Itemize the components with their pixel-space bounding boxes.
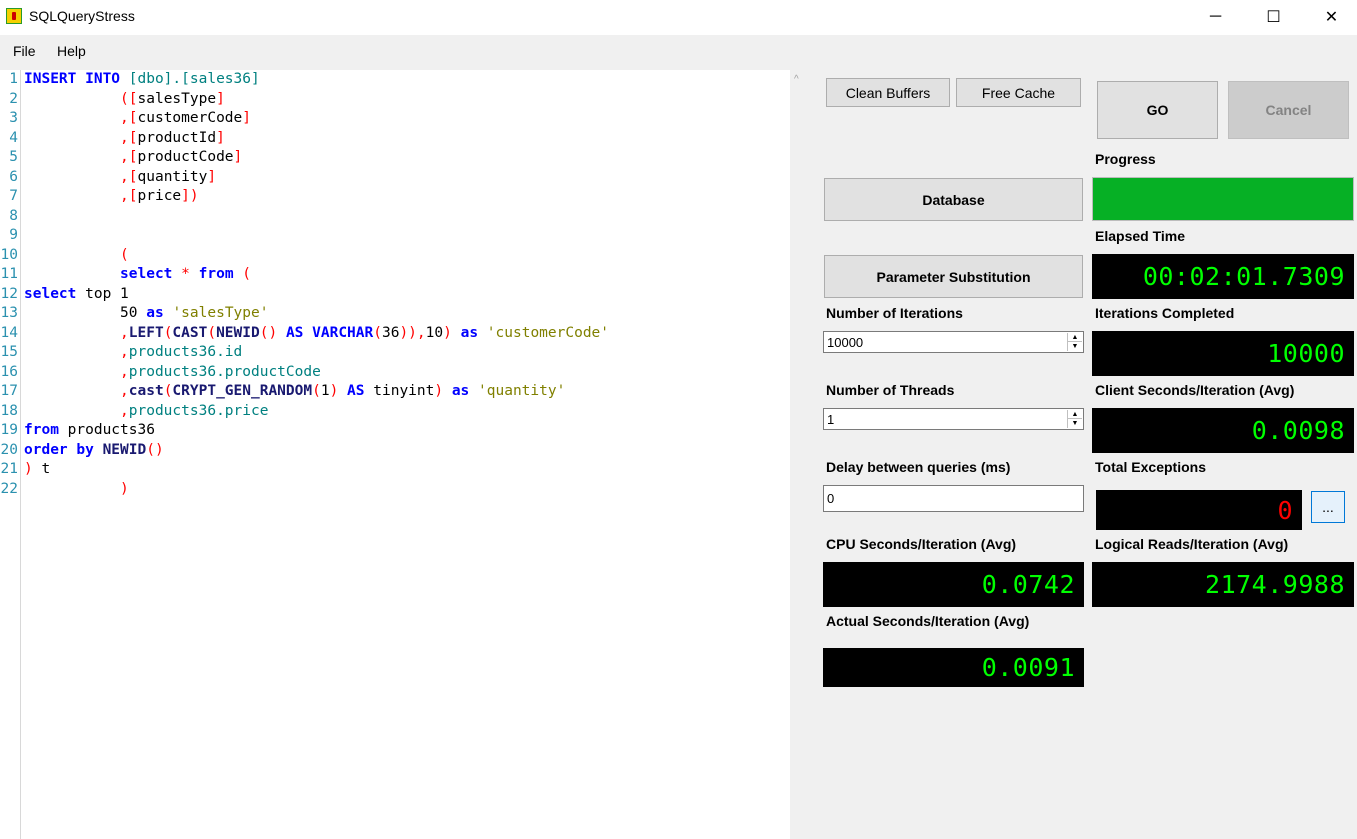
editor-scrollbar[interactable]: ^ <box>790 70 810 839</box>
code-line: 12 select top 1 <box>0 285 129 305</box>
code-line: 15 ,products36.id <box>0 343 243 363</box>
code-line: 4 ,[productId] <box>0 129 225 149</box>
actual-seconds-display: 0.0091 <box>823 648 1084 687</box>
code-line: 2 ([salesType] <box>0 90 225 110</box>
code-line: 8 <box>0 207 18 227</box>
code-line: 16 ,products36.productCode <box>0 363 321 383</box>
exceptions-details-button[interactable]: ... <box>1311 491 1345 523</box>
client-seconds-label: Client Seconds/Iteration (Avg) <box>1095 382 1295 398</box>
cpu-seconds-label: CPU Seconds/Iteration (Avg) <box>826 536 1017 552</box>
window-title: SQLQueryStress <box>29 8 135 24</box>
parameter-substitution-button[interactable]: Parameter Substitution <box>824 255 1083 298</box>
scroll-up-icon[interactable]: ^ <box>794 74 799 85</box>
line-number: 18 <box>0 402 18 419</box>
line-number: 15 <box>0 344 18 360</box>
code-line: 21) t <box>0 460 51 480</box>
number-of-iterations-input[interactable]: 10000 ▲ ▼ <box>823 331 1084 353</box>
code-line: 20 order by NEWID() <box>0 441 164 461</box>
line-number: 4 <box>9 129 18 146</box>
line-number: 8 <box>9 207 18 224</box>
delay-value: 0 <box>827 491 835 506</box>
code-line: 22 ) <box>0 480 129 500</box>
title-bar: SQLQueryStress ─ ☐ ✕ <box>0 0 1357 35</box>
minimize-button[interactable]: ─ <box>1186 0 1245 33</box>
code-line: 5 ,[productCode] <box>0 148 242 168</box>
menu-help[interactable]: Help <box>57 43 86 59</box>
spin-up-icon[interactable]: ▲ <box>1068 333 1082 342</box>
line-number: 12 <box>0 285 18 302</box>
total-exceptions-display: 0 <box>1096 490 1302 530</box>
number-of-threads-input[interactable]: 1 ▲ ▼ <box>823 408 1084 430</box>
line-number: 2 <box>9 90 18 107</box>
client-seconds-display: 0.0098 <box>1092 408 1354 453</box>
menu-bar: File Help <box>0 35 1357 68</box>
actual-seconds-label: Actual Seconds/Iteration (Avg) <box>826 613 1030 629</box>
code-line: 19 from products36 <box>0 421 155 441</box>
logical-reads-display: 2174.9988 <box>1092 562 1354 607</box>
line-number: 21 <box>0 461 18 477</box>
code-line: 3 ,[customerCode] <box>0 109 251 129</box>
line-number: 13 <box>0 305 18 321</box>
iterations-spinner[interactable]: ▲ ▼ <box>1067 333 1082 351</box>
threads-spinner[interactable]: ▲ ▼ <box>1067 410 1082 428</box>
delay-input[interactable]: 0 <box>823 485 1084 512</box>
line-number: 7 <box>9 188 18 204</box>
line-number: 1 <box>9 71 18 87</box>
number-of-threads-label: Number of Threads <box>826 382 955 398</box>
go-button[interactable]: GO <box>1097 81 1218 139</box>
sql-editor[interactable]: 1 INSERT INTO [dbo].[sales36] 2 ([salesTy… <box>0 70 790 839</box>
number-of-iterations-value: 10000 <box>827 335 864 350</box>
progress-label: Progress <box>1095 151 1156 167</box>
progress-bar <box>1092 177 1354 221</box>
line-number: 16 <box>0 363 18 380</box>
elapsed-time-label: Elapsed Time <box>1095 228 1186 244</box>
line-number: 14 <box>0 324 18 341</box>
line-number: 17 <box>0 383 18 399</box>
code-line: 6 ,[quantity] <box>0 168 216 188</box>
number-of-iterations-label: Number of Iterations <box>826 305 963 321</box>
code-line: 1 INSERT INTO [dbo].[sales36] <box>0 70 259 90</box>
gutter-divider <box>20 70 21 839</box>
free-cache-button[interactable]: Free Cache <box>956 78 1081 107</box>
cpu-seconds-display: 0.0742 <box>823 562 1084 607</box>
code-line: 11 select * from ( <box>0 265 251 285</box>
cancel-button[interactable]: Cancel <box>1228 81 1349 139</box>
line-number: 9 <box>9 227 18 243</box>
total-exceptions-label: Total Exceptions <box>1095 459 1206 475</box>
spin-up-icon[interactable]: ▲ <box>1068 410 1082 419</box>
line-number: 19 <box>0 422 18 438</box>
code-line: 9 <box>0 226 18 246</box>
menu-file[interactable]: File <box>13 43 36 59</box>
code-line: 7 ,[price]) <box>0 187 198 207</box>
logical-reads-label: Logical Reads/Iteration (Avg) <box>1095 536 1289 552</box>
delay-label: Delay between queries (ms) <box>826 459 1011 475</box>
code-line: 17 ,cast(CRYPT_GEN_RANDOM(1) AS tinyint)… <box>0 382 566 402</box>
code-line: 10 ( <box>0 246 129 266</box>
line-number: 20 <box>0 441 18 458</box>
line-number: 5 <box>9 149 18 165</box>
elapsed-time-display: 00:02:01.7309 <box>1092 254 1354 299</box>
maximize-button[interactable]: ☐ <box>1244 0 1303 33</box>
line-number: 22 <box>0 480 18 497</box>
clean-buffers-button[interactable]: Clean Buffers <box>826 78 950 107</box>
code-line: 14 ,LEFT(CAST(NEWID() AS VARCHAR(36)),10… <box>0 324 609 344</box>
spin-down-icon[interactable]: ▼ <box>1068 342 1082 351</box>
line-number: 10 <box>0 246 18 263</box>
code-line: 13 50 as 'salesType' <box>0 304 269 324</box>
code-line: 18 ,products36.price <box>0 402 269 422</box>
number-of-threads-value: 1 <box>827 412 835 427</box>
database-button[interactable]: Database <box>824 178 1083 221</box>
spin-down-icon[interactable]: ▼ <box>1068 419 1082 428</box>
app-icon <box>6 8 22 24</box>
line-number: 6 <box>9 168 18 185</box>
iterations-completed-label: Iterations Completed <box>1095 305 1235 321</box>
close-button[interactable]: ✕ <box>1302 0 1357 33</box>
line-number: 3 <box>9 110 18 126</box>
iterations-completed-display: 10000 <box>1092 331 1354 376</box>
line-number: 11 <box>0 266 18 282</box>
